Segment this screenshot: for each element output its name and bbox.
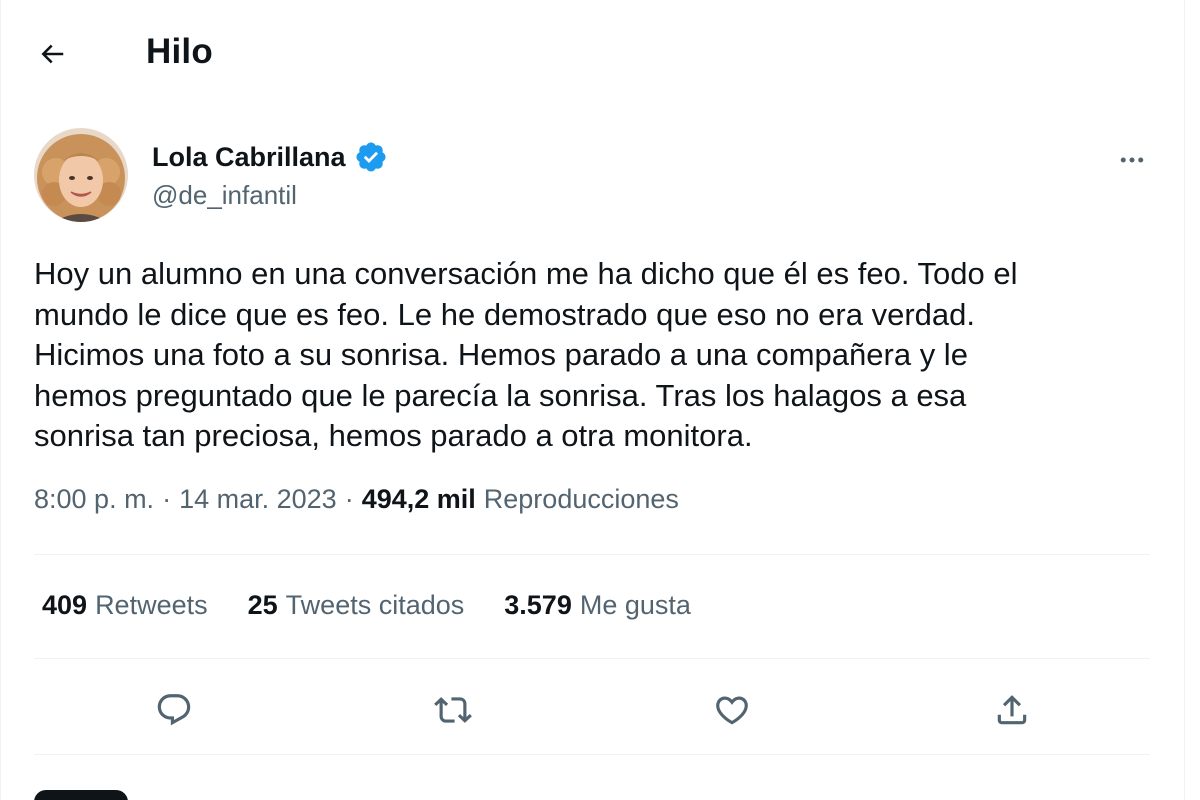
author-handle[interactable]: @de_infantil	[152, 180, 297, 211]
quote-tweets-count: 25	[247, 590, 278, 620]
tweet-text-line: hemos preguntado que le parecía la sonri…	[34, 377, 967, 413]
tweet-date[interactable]: 14 mar. 2023	[179, 484, 337, 515]
page-title: Hilo	[146, 32, 213, 71]
thread-header: Hilo	[0, 0, 1184, 106]
more-horizontal-icon	[1120, 157, 1144, 163]
views-label: Reproducciones	[483, 484, 679, 514]
heart-icon	[716, 696, 748, 725]
retweets-stat[interactable]: 409 Retweets	[42, 590, 208, 621]
views-count: 494,2 mil	[361, 484, 476, 514]
tweet-meta: 8:00 p. m. · 14 mar. 2023 · 494,2 mil Re…	[34, 484, 679, 515]
quote-tweets-stat[interactable]: 25 Tweets citados	[248, 590, 465, 621]
tweet-text: Hoy un alumno en una conversación me ha …	[34, 254, 1154, 457]
verified-badge-icon	[356, 142, 386, 172]
author-display-name: Lola Cabrillana	[152, 141, 346, 172]
divider	[34, 554, 1150, 555]
like-button[interactable]	[708, 686, 756, 734]
retweet-icon	[434, 697, 472, 723]
tweet-author: Lola Cabrillana @de_infantil	[34, 128, 1154, 224]
author-name[interactable]: Lola Cabrillana	[152, 140, 388, 174]
share-button[interactable]	[988, 686, 1036, 734]
tweet-text-line: mundo le dice que es feo. Le he demostra…	[34, 296, 975, 332]
likes-stat[interactable]: 3.579 Me gusta	[504, 590, 691, 621]
meta-separator: ·	[344, 484, 354, 514]
tweet-text-line: Hicimos una foto a su sonrisa. Hemos par…	[34, 337, 968, 372]
reply-icon	[157, 694, 191, 726]
retweets-count: 409	[42, 590, 88, 620]
tweet-stats: 409 Retweets 25 Tweets citados 3.579 Me …	[42, 590, 731, 621]
retweet-button[interactable]	[429, 686, 477, 734]
user-avatar	[34, 128, 128, 222]
tweet-text-line: Hoy un alumno en una conversación me ha …	[34, 256, 1018, 291]
share-icon	[997, 695, 1027, 725]
reply-button[interactable]	[150, 686, 198, 734]
meta-separator: ·	[162, 484, 172, 514]
next-tweet-avatar[interactable]	[34, 790, 128, 800]
tweet-time[interactable]: 8:00 p. m.	[34, 484, 154, 515]
likes-count: 3.579	[504, 590, 572, 620]
divider	[34, 754, 1150, 755]
quote-tweets-label: Tweets citados	[285, 590, 465, 620]
arrow-left-icon	[41, 44, 64, 64]
avatar[interactable]	[34, 128, 128, 222]
divider	[34, 658, 1150, 659]
back-button[interactable]	[30, 32, 74, 76]
frame-right-border	[1184, 0, 1185, 800]
likes-label: Me gusta	[579, 590, 691, 620]
tweet-actions	[0, 680, 1184, 740]
more-options-button[interactable]	[1110, 138, 1154, 182]
retweets-label: Retweets	[95, 590, 208, 620]
tweet-text-line: sonrisa tan preciosa, hemos parado a otr…	[34, 418, 753, 453]
